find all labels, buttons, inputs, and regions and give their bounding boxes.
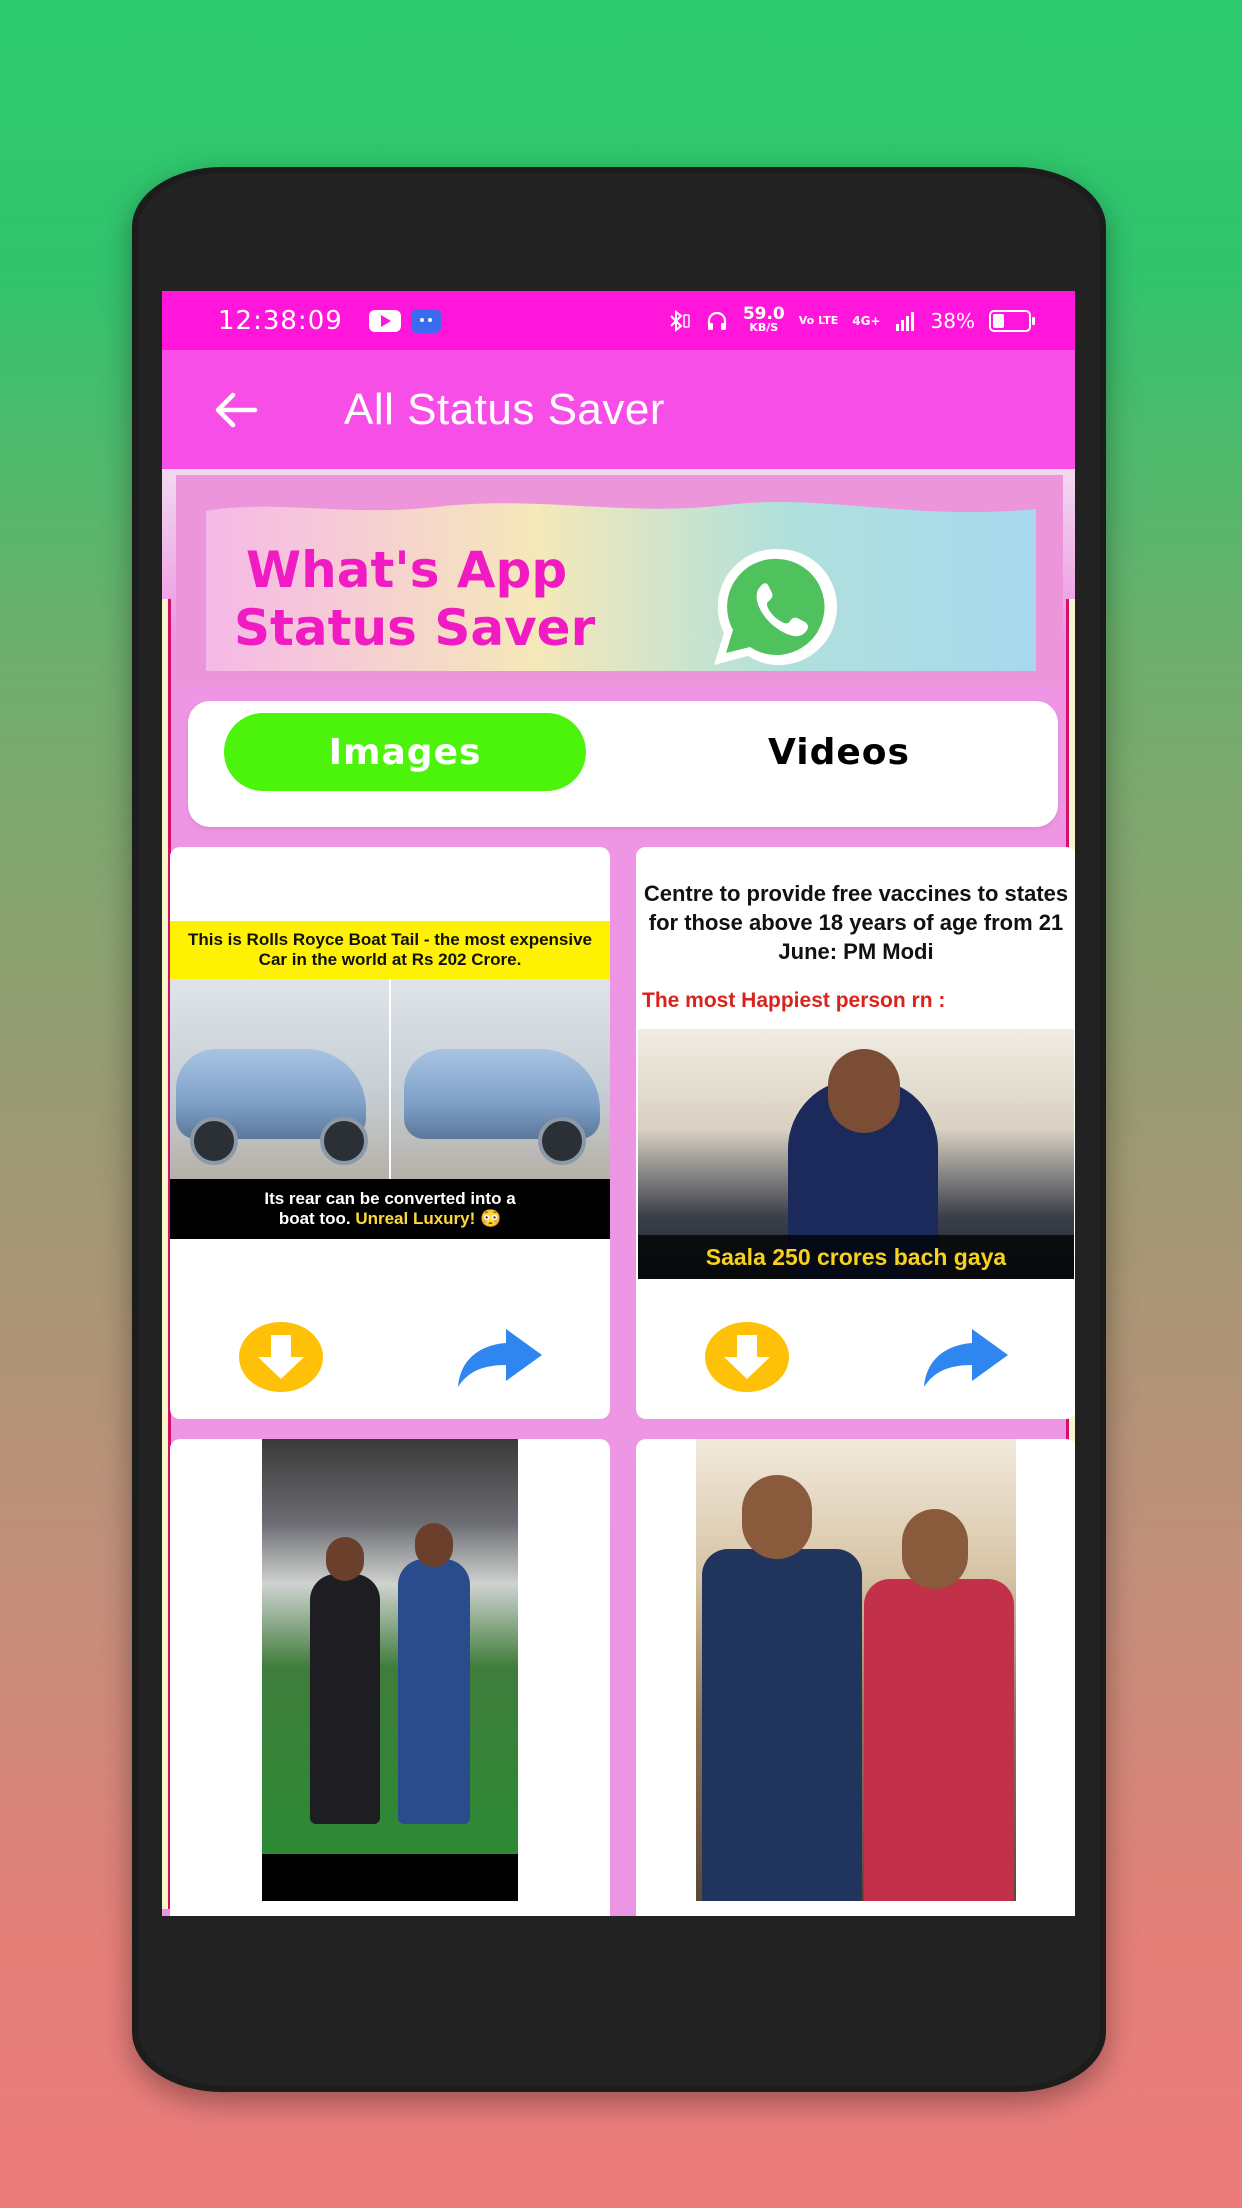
status-card[interactable] — [636, 1439, 1075, 1916]
network-type: 4G+ — [852, 313, 881, 328]
signal-icon — [895, 311, 914, 331]
caption-line-2: boat too. Unreal Luxury! 😳 — [279, 1209, 501, 1229]
status-image[interactable]: Centre to provide free vaccines to state… — [636, 847, 1075, 1279]
whatsapp-logo-icon — [714, 548, 838, 665]
bluetooth-icon — [670, 309, 690, 332]
person-shape — [310, 1574, 380, 1824]
network-speed-value: 59.0 — [742, 303, 785, 324]
network-speed-unit: KB/S — [749, 320, 779, 334]
car-wheel — [538, 1117, 586, 1165]
status-indicators: 59.0 KB/S Vo LTE 4G+ 38% — [665, 303, 1035, 335]
status-time: 12:38:09 — [218, 305, 343, 336]
card-actions — [636, 1321, 1075, 1401]
person-shape — [864, 1579, 1014, 1901]
status-image[interactable] — [696, 1439, 1016, 1901]
card-actions — [170, 1321, 610, 1401]
app-title: All Status Saver — [344, 384, 666, 434]
person-shape — [702, 1549, 862, 1901]
battery-percent: 38% — [930, 308, 975, 333]
tab-bar: Images Videos — [188, 701, 1058, 827]
arrow-left-icon — [215, 392, 258, 427]
volte-indicator: Vo LTE — [798, 314, 839, 327]
banner: What's App Status Saver — [176, 475, 1063, 686]
banner-wave-decoration — [206, 491, 1036, 513]
car-wheel — [190, 1117, 238, 1165]
news-photo: Saala 250 crores bach gaya — [638, 1029, 1074, 1279]
headphones-icon — [707, 311, 726, 330]
news-headline: Centre to provide free vaccines to state… — [643, 881, 1069, 964]
news-subhead: The most Happiest person rn : — [642, 989, 946, 1012]
banner-title-line-2: Status Saver — [234, 599, 596, 657]
battery-icon — [989, 309, 1035, 332]
person-shape — [398, 1559, 470, 1824]
person-head — [326, 1537, 364, 1581]
download-button[interactable] — [704, 1321, 790, 1393]
person-head — [828, 1049, 900, 1133]
status-card[interactable]: Centre to provide free vaccines to state… — [636, 847, 1075, 1419]
share-arrow-icon[interactable] — [454, 1325, 544, 1389]
image-caption-top: This is Rolls Royce Boat Tail - the most… — [170, 921, 610, 979]
app-bar: All Status Saver — [162, 350, 1075, 469]
status-image[interactable] — [262, 1439, 518, 1901]
banner-title-line-1: What's App — [246, 541, 568, 599]
person-head — [902, 1509, 968, 1589]
youtube-notification-icon — [368, 309, 401, 332]
caption-line-2-text: boat too. — [278, 1209, 351, 1228]
caption-highlight: Unreal Luxury! 😳 — [355, 1209, 502, 1228]
photo-scene — [262, 1439, 518, 1854]
network-speed: 59.0 KB/S — [742, 303, 785, 335]
app-screen: 12:38:09 59.0 KB/S Vo LTE 4G+ 38% All St… — [162, 291, 1075, 1916]
person-head — [415, 1523, 453, 1567]
tab-images[interactable]: Images — [224, 713, 586, 791]
person-head — [742, 1475, 812, 1559]
caption-line-1: Its rear can be converted into a — [264, 1189, 516, 1208]
status-card[interactable]: This is Rolls Royce Boat Tail - the most… — [170, 847, 610, 1419]
status-bar: 12:38:09 59.0 KB/S Vo LTE 4G+ 38% — [162, 291, 1075, 350]
banner-inner: What's App Status Saver — [206, 491, 1036, 671]
status-card[interactable] — [170, 1439, 610, 1916]
status-image[interactable]: This is Rolls Royce Boat Tail - the most… — [170, 921, 610, 1239]
car-photo — [170, 979, 610, 1179]
photo-divider — [389, 979, 391, 1179]
tab-videos[interactable]: Videos — [658, 713, 1020, 791]
content-area: What's App Status Saver Images Videos Th… — [162, 469, 1075, 1916]
news-photo-caption: Saala 250 crores bach gaya — [638, 1235, 1074, 1279]
image-caption-bottom: Its rear can be converted into a boat to… — [170, 1179, 610, 1239]
back-button[interactable] — [206, 380, 266, 440]
app-notification-icon — [410, 308, 441, 333]
car-wheel — [320, 1117, 368, 1165]
download-button[interactable] — [238, 1321, 324, 1393]
banner-title: What's App Status Saver — [234, 541, 595, 657]
share-arrow-icon[interactable] — [920, 1325, 1010, 1389]
